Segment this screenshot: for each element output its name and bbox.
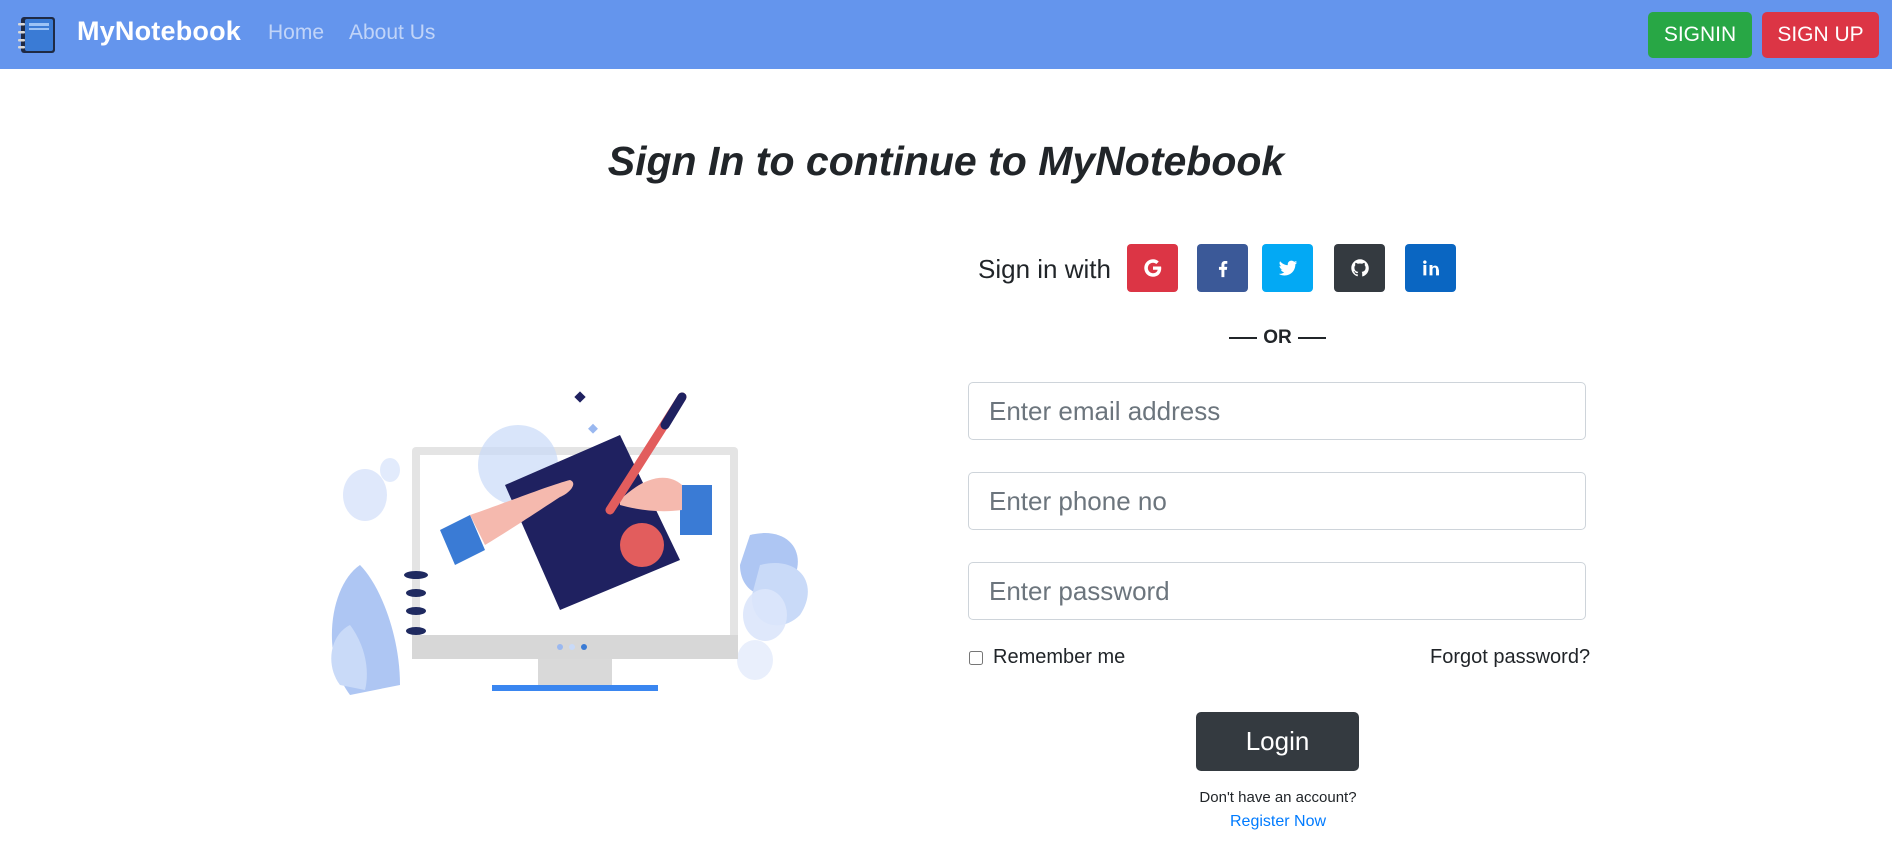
facebook-icon bbox=[1218, 260, 1227, 278]
remember-me[interactable]: Remember me bbox=[968, 646, 1125, 669]
signin-with-label: Sign in with bbox=[978, 254, 1111, 284]
twitter-signin-button[interactable] bbox=[1262, 244, 1313, 292]
github-icon bbox=[1350, 259, 1369, 277]
linkedin-signin-button[interactable] bbox=[1405, 244, 1456, 292]
twitter-icon bbox=[1278, 260, 1297, 276]
register-now-link[interactable]: Register Now bbox=[1150, 813, 1406, 831]
page-title: Sign In to continue to MyNotebook bbox=[607, 138, 1285, 184]
or-text: OR bbox=[1263, 327, 1292, 348]
nav-link-about-us[interactable]: About Us bbox=[349, 21, 435, 45]
nav-link-home[interactable]: Home bbox=[268, 21, 324, 45]
github-signin-button[interactable] bbox=[1334, 244, 1385, 292]
signup-button[interactable]: SIGN UP bbox=[1762, 12, 1879, 58]
phone-input[interactable] bbox=[968, 472, 1586, 530]
or-divider: OR bbox=[1229, 327, 1326, 349]
brand-name[interactable]: MyNotebook bbox=[77, 16, 241, 47]
facebook-signin-button[interactable] bbox=[1197, 244, 1248, 292]
remember-me-label: Remember me bbox=[993, 646, 1126, 668]
notebook-logo-icon[interactable] bbox=[18, 16, 58, 54]
signin-button[interactable]: SIGNIN bbox=[1648, 12, 1752, 58]
notebook-illustration bbox=[331, 391, 808, 695]
divider-line-right bbox=[1297, 337, 1326, 339]
email-input[interactable] bbox=[968, 382, 1586, 440]
password-input[interactable] bbox=[968, 562, 1586, 620]
google-signin-button[interactable] bbox=[1127, 244, 1178, 292]
google-icon bbox=[1143, 259, 1161, 277]
forgot-password-link[interactable]: Forgot password? bbox=[1430, 646, 1590, 669]
divider-line-left bbox=[1229, 337, 1258, 339]
remember-me-checkbox[interactable] bbox=[969, 650, 983, 665]
no-account-text: Don't have an account? bbox=[1199, 789, 1357, 806]
linkedin-icon bbox=[1422, 260, 1439, 276]
login-button[interactable]: Login bbox=[1196, 712, 1359, 771]
top-navbar: MyNotebook Home About Us SIGNIN SIGN UP bbox=[0, 0, 1892, 69]
